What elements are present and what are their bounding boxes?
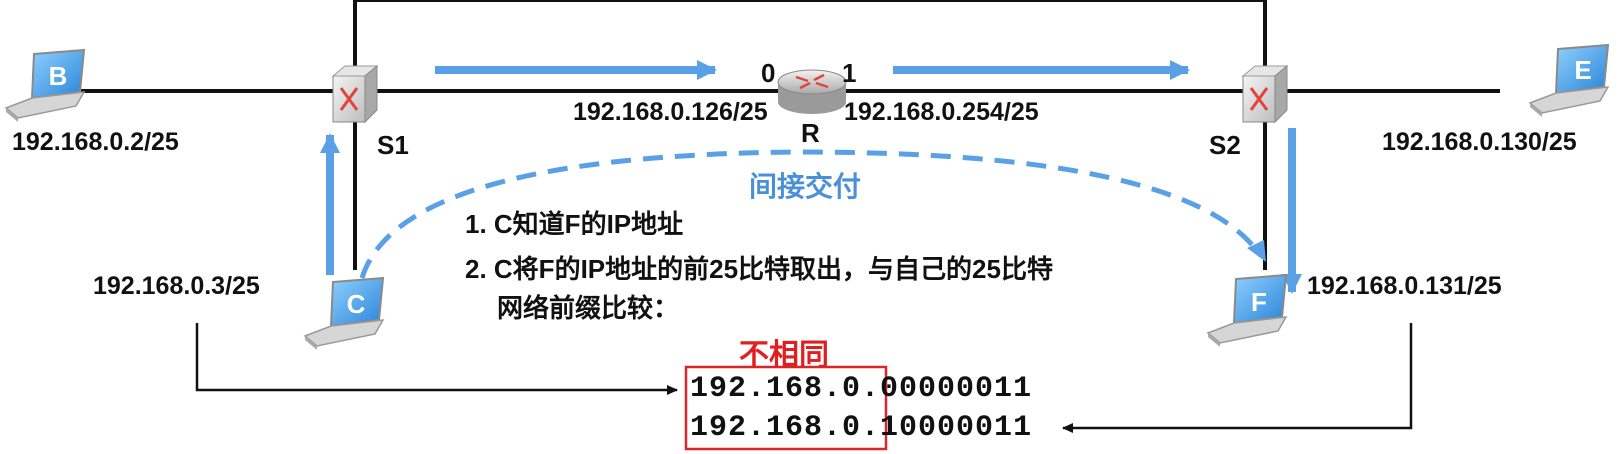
comparison-result-label: 不相同: [739, 339, 829, 372]
comparison-row-2: 192.168.0.10000011: [690, 411, 1032, 445]
switch-s1-label: S1: [377, 130, 409, 160]
router-port0-number: 0: [761, 58, 776, 88]
host-e-ip: 192.168.0.130/25: [1382, 128, 1577, 156]
c-ip-connector: [195, 323, 678, 395]
row-2-suffix: 0000011: [899, 411, 1033, 445]
host-f-letter: F: [1251, 287, 1267, 317]
step-2-text: 2. C将F的IP地址的前25比特取出，与自己的25比特: [465, 254, 1053, 284]
router-port1-ip: 192.168.0.254/25: [844, 98, 1039, 126]
router-icon: [777, 69, 847, 114]
switch-s2-icon: [1241, 64, 1289, 124]
row-1-prefix: 192.168.0.0: [690, 372, 900, 406]
host-c-ip: 192.168.0.3/25: [93, 272, 260, 300]
router-port1-number: 1: [842, 58, 857, 88]
host-e-letter: E: [1574, 55, 1591, 85]
host-b-ip: 192.168.0.2/25: [12, 128, 179, 156]
laptop-e-icon: [1528, 43, 1610, 117]
indirect-delivery-label: 间接交付: [749, 171, 862, 202]
laptop-b-icon: [4, 48, 86, 122]
router-name-label: R: [801, 118, 820, 148]
comparison-row-1: 192.168.0.00000011: [690, 372, 1032, 406]
host-c-letter: C: [347, 289, 366, 319]
laptop-c-icon: [303, 276, 385, 350]
switch-s1-icon: [331, 64, 379, 124]
switch-s2-label: S2: [1209, 130, 1241, 160]
row-1-suffix: 0000011: [899, 372, 1033, 406]
network-diagram: B C E F 192.168.0.2/25 192.168.0.3/25 19…: [0, 0, 1622, 454]
laptop-f-icon: [1206, 273, 1288, 347]
step-1-text: 1. C知道F的IP地址: [465, 209, 684, 239]
host-b-letter: B: [49, 61, 68, 91]
network-links: [50, 0, 1500, 270]
step-2-continuation-text: 网络前缀比较：: [497, 293, 680, 323]
row-2-prefix: 192.168.0.1: [690, 411, 900, 445]
host-f-ip: 192.168.0.131/25: [1307, 272, 1502, 300]
router-port0-ip: 192.168.0.126/25: [573, 98, 768, 126]
